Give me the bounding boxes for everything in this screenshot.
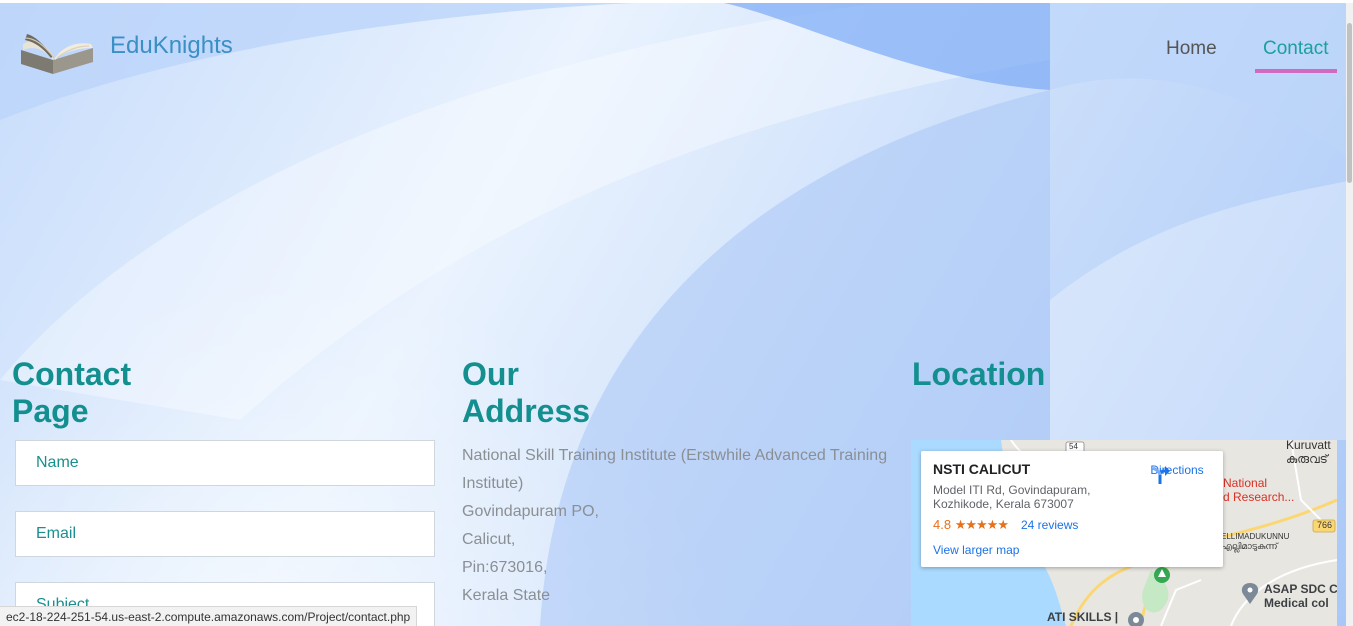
nav-link-home[interactable]: Home xyxy=(1166,38,1217,60)
map-label-national: National xyxy=(1223,476,1268,490)
address-line-institute: National Skill Training Institute (Erstw… xyxy=(462,447,888,492)
directions-button[interactable]: Directions xyxy=(1149,463,1205,484)
map-label-road-766: 766 xyxy=(1317,520,1333,530)
map-label-ati-skills: ATI SKILLS | xyxy=(1047,610,1119,624)
brand-name[interactable]: EduKnights xyxy=(110,32,233,60)
map-place-card: NSTI CALICUT Model ITI Rd, Govindapuram,… xyxy=(921,451,1223,567)
address-line-city: Calicut, xyxy=(462,531,516,548)
reviews-link[interactable]: 24 reviews xyxy=(1021,518,1078,532)
map-label-kuruvatt-ml: കുരുവട് xyxy=(1286,452,1328,466)
email-input[interactable] xyxy=(15,511,435,557)
map-label-ellimadukunnu-ml: എല്ലിമാടുകുന്ന് xyxy=(1221,541,1278,551)
scrollbar-thumb[interactable] xyxy=(1347,23,1352,183)
place-address: Model ITI Rd, Govindapuram, Kozhikode, K… xyxy=(933,483,1113,511)
place-address-line2: Kozhikode, Kerala 673007 xyxy=(933,497,1074,511)
nav-link-contact[interactable]: Contact xyxy=(1263,38,1328,60)
address-line-pin: Pin:673016, xyxy=(462,559,548,576)
place-address-line1: Model ITI Rd, Govindapuram, xyxy=(933,483,1091,497)
our-address-heading: Our Address xyxy=(462,356,591,429)
address-line-po: Govindapuram PO, xyxy=(462,503,599,520)
address-line-state: Kerala State xyxy=(462,587,551,604)
rating-stars-icon: ★★★★★ xyxy=(954,517,1009,532)
browser-status-bar: ec2-18-224-251-54.us-east-2.compute.amaz… xyxy=(0,606,418,626)
map-label-ellimadukunnu: ELLIMADUKUNNU xyxy=(1221,532,1290,541)
map-label-road-54: 54 xyxy=(1069,442,1078,451)
place-rating: 4.8 ★★★★★ xyxy=(933,517,1009,533)
map-label-kuruvatt: Kuruvatt xyxy=(1286,440,1331,452)
vertical-scrollbar[interactable] xyxy=(1346,3,1353,626)
address-block: National Skill Training Institute (Erstw… xyxy=(462,442,892,610)
location-heading: Location xyxy=(912,356,1046,392)
map-label-asap-sdc: ASAP SDC C xyxy=(1264,582,1337,596)
directions-icon xyxy=(1152,466,1170,484)
view-larger-map-link[interactable]: View larger map xyxy=(933,543,1019,557)
map-label-medical-college: Medical col xyxy=(1264,596,1329,610)
embedded-map[interactable]: Kuruvatt കുരുവട് National d Research... … xyxy=(911,440,1337,626)
site-header: EduKnights Home Contact xyxy=(0,0,1346,80)
name-input[interactable] xyxy=(15,440,435,486)
contact-page-heading: Contact Page xyxy=(12,356,132,429)
map-label-research: d Research... xyxy=(1223,490,1295,504)
active-nav-indicator xyxy=(1255,69,1337,73)
open-book-logo-icon[interactable] xyxy=(17,30,97,78)
rating-value: 4.8 xyxy=(933,517,952,532)
